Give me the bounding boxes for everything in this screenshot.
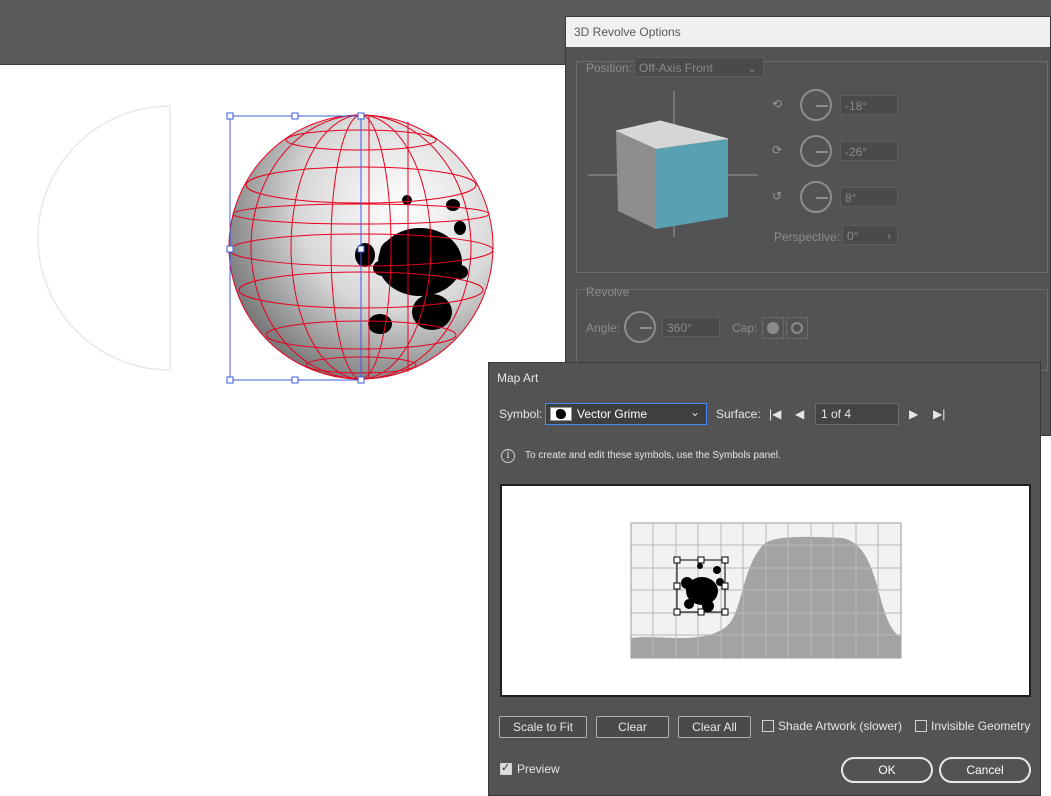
map-art-title: Map Art xyxy=(497,371,539,385)
ok-button[interactable]: OK xyxy=(841,757,933,783)
z-axis-rotate-icon: ↺ xyxy=(772,189,783,203)
x-axis-rotate-icon: ⟲ xyxy=(772,97,783,111)
y-rotation-field[interactable]: -26° xyxy=(840,141,898,161)
chevron-right-icon: › xyxy=(887,229,891,243)
y-rotation-dial[interactable] xyxy=(800,135,832,167)
first-surface-icon[interactable]: |◀ xyxy=(769,407,781,421)
z-rotation-field[interactable]: 8° xyxy=(840,187,898,207)
angle-field[interactable]: 360° xyxy=(662,317,720,337)
angle-label: Angle: xyxy=(586,321,621,335)
chevron-down-icon: ⌄ xyxy=(746,61,757,75)
revolve-section-label: Revolve xyxy=(586,285,630,299)
perspective-value: 0° xyxy=(847,229,859,243)
symbol-thumbnail-icon xyxy=(550,407,572,421)
perspective-label: Perspective: xyxy=(774,230,841,244)
shade-artwork-label: Shade Artwork (slower) xyxy=(778,719,903,733)
last-surface-icon[interactable]: ▶| xyxy=(933,407,945,421)
invisible-geometry-checkbox[interactable] xyxy=(915,720,927,732)
previous-surface-icon[interactable]: ◀ xyxy=(795,407,804,421)
preview-checkbox[interactable] xyxy=(500,761,512,775)
invisible-geometry-label: Invisible Geometry xyxy=(931,719,1031,733)
info-text: To create and edit these symbols, use th… xyxy=(525,450,781,461)
symbol-value: Vector Grime xyxy=(577,407,648,421)
rotation-cube-preview[interactable] xyxy=(586,89,762,239)
position-select[interactable]: Off-Axis Front ⌄ xyxy=(634,57,764,77)
cap-off-icon xyxy=(791,322,803,334)
surface-preview-area[interactable] xyxy=(500,484,1031,697)
surface-map-preview[interactable] xyxy=(502,486,1029,695)
cap-on-icon xyxy=(767,322,779,334)
clear-all-button[interactable]: Clear All xyxy=(678,716,751,738)
perspective-field[interactable]: 0° › xyxy=(842,225,898,245)
symbol-label: Symbol: xyxy=(499,407,543,421)
next-surface-icon[interactable]: ▶ xyxy=(909,407,918,421)
symbol-select[interactable]: Vector Grime ⌄ xyxy=(545,403,707,425)
revolve-dialog-title: 3D Revolve Options xyxy=(566,17,1050,47)
preview-label: Preview xyxy=(517,762,560,776)
angle-dial[interactable] xyxy=(624,311,656,343)
cap-label: Cap: xyxy=(732,321,758,335)
surface-label: Surface: xyxy=(716,407,761,421)
z-rotation-dial[interactable] xyxy=(800,181,832,213)
position-value: Off-Axis Front xyxy=(639,61,713,75)
info-icon: i xyxy=(501,449,515,463)
scale-to-fit-button[interactable]: Scale to Fit xyxy=(499,716,587,738)
chevron-down-icon: ⌄ xyxy=(689,405,700,419)
x-rotation-dial[interactable] xyxy=(800,89,832,121)
y-axis-rotate-icon: ⟳ xyxy=(772,143,783,157)
surface-field[interactable]: 1 of 4 xyxy=(815,403,899,425)
clear-button[interactable]: Clear xyxy=(596,716,669,738)
profile-outline xyxy=(37,105,171,371)
x-rotation-field[interactable]: -18° xyxy=(840,95,898,115)
cap-on-button[interactable] xyxy=(762,317,784,339)
cap-off-button[interactable] xyxy=(786,317,808,339)
map-art-dialog: Map Art Symbol: Vector Grime ⌄ Surface: … xyxy=(488,362,1041,796)
position-label: Position: xyxy=(586,61,633,75)
cancel-button[interactable]: Cancel xyxy=(939,757,1031,783)
shade-artwork-checkbox[interactable] xyxy=(762,720,774,732)
